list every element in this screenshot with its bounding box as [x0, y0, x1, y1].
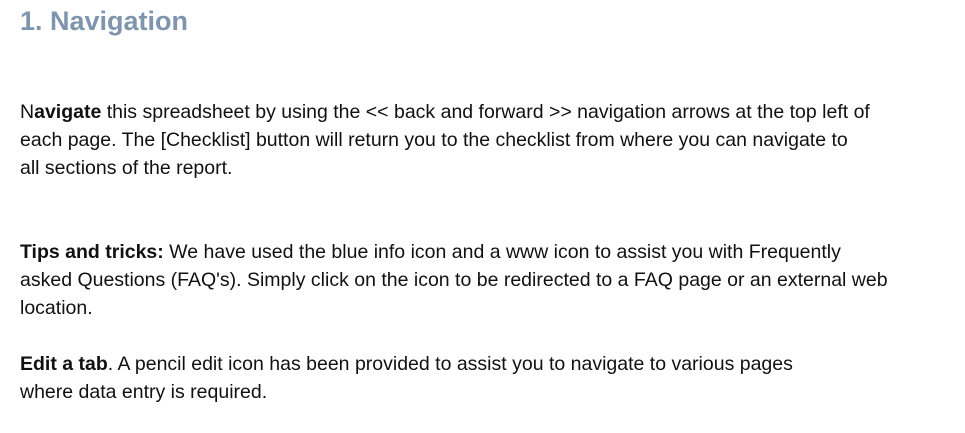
- tips-line-2: asked Questions (FAQ's). Simply click on…: [20, 269, 888, 291]
- navigate-paragraph: Navigate this spreadsheet by using the <…: [20, 98, 955, 182]
- navigate-lead-letter: N: [20, 101, 35, 123]
- tips-line-3: location.: [20, 297, 93, 319]
- navigate-keyword: avigate: [34, 101, 102, 123]
- edit-line-2: where data entry is required.: [20, 381, 268, 403]
- edit-line-1: . A pencil edit icon has been provided t…: [107, 353, 793, 375]
- tips-paragraph: Tips and tricks: We have used the blue i…: [20, 238, 955, 322]
- navigate-line-2: each page. The [Checklist] button will r…: [20, 129, 848, 151]
- navigate-line-1: this spreadsheet by using the << back an…: [101, 101, 870, 123]
- section-heading: 1. Navigation: [20, 6, 189, 36]
- edit-label: Edit a tab: [20, 353, 108, 375]
- tips-line-1: We have used the blue info icon and a ww…: [163, 241, 841, 263]
- edit-paragraph: Edit a tab. A pencil edit icon has been …: [20, 350, 955, 406]
- navigate-line-3: all sections of the report.: [20, 157, 233, 179]
- tips-label: Tips and tricks:: [20, 241, 164, 263]
